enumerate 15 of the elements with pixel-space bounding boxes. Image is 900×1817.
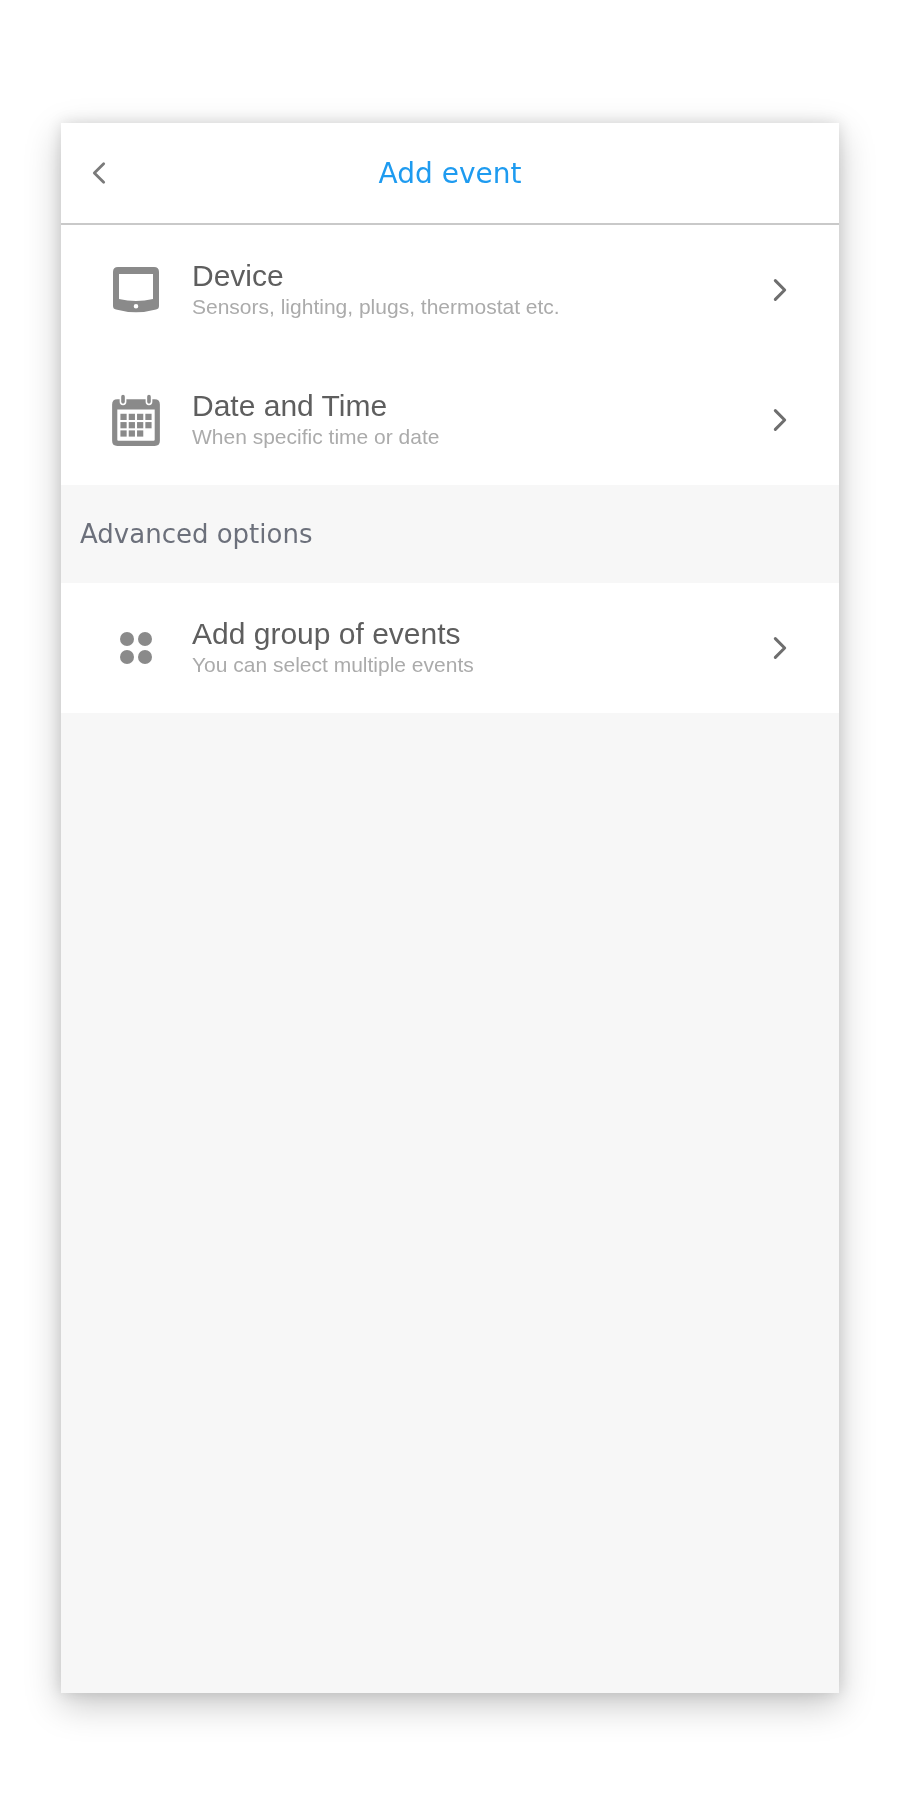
- section-heading: Advanced options: [80, 519, 313, 549]
- chevron-right-icon: [773, 408, 787, 432]
- chevron-right-icon: [773, 278, 787, 302]
- calendar-icon: [111, 393, 161, 447]
- back-chevron-icon: [92, 161, 106, 185]
- option-title: Date and Time: [192, 389, 389, 423]
- option-title: Add group of events: [192, 617, 462, 651]
- option-description: Sensors, lighting, plugs, thermostat etc.: [192, 294, 561, 320]
- tablet-icon: [112, 266, 160, 314]
- option-title: Device: [192, 259, 285, 293]
- screen-title: Add event: [378, 156, 522, 190]
- four-dots-icon: [119, 631, 153, 665]
- chevron-right-icon: [773, 636, 787, 660]
- option-description: You can select multiple events: [192, 652, 475, 678]
- option-description: When specific time or date: [192, 424, 441, 450]
